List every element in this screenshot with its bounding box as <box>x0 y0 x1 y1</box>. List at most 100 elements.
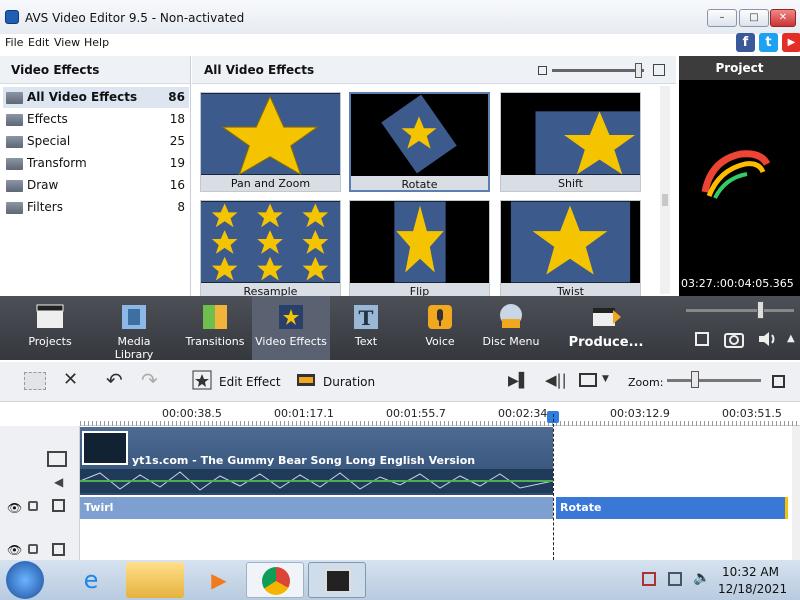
menu-help[interactable]: Help <box>84 36 109 49</box>
chrome-taskbar-button[interactable] <box>246 562 304 598</box>
eye-icon[interactable]: 👁 <box>7 543 22 557</box>
duration-button[interactable]: Duration <box>323 375 375 389</box>
chevron-up-icon[interactable]: ▲ <box>787 333 795 344</box>
category-draw[interactable]: Draw 16 <box>3 175 189 196</box>
effect-clip-twirl[interactable]: Twirl <box>80 497 553 519</box>
video-clip[interactable]: yt1s.com - The Gummy Bear Song Long Engl… <box>80 427 553 495</box>
panel-title: Video Effects <box>0 56 190 84</box>
effect-thumb-rotate[interactable]: Rotate <box>349 92 490 192</box>
overlay-track-icon <box>52 543 65 556</box>
maximize-button[interactable]: □ <box>739 9 769 27</box>
effect-thumb-shift[interactable]: Shift <box>500 92 641 192</box>
split-icon[interactable]: ▶▌ <box>508 373 530 389</box>
audio-track-icon: ◀ <box>54 475 64 489</box>
project-preview: Project 03:27.:00:04:05.365 <box>679 56 800 296</box>
camera-icon[interactable] <box>724 330 744 348</box>
zoom-slider-handle[interactable] <box>691 371 699 388</box>
toolbar-video-effects[interactable]: Video Effects <box>252 296 330 360</box>
thumb-size-slider[interactable] <box>552 69 644 72</box>
category-filters[interactable]: Filters 8 <box>3 197 189 218</box>
close-button[interactable]: ✕ <box>770 9 796 27</box>
zoom-slider[interactable] <box>667 379 761 382</box>
category-effects[interactable]: Effects 18 <box>3 109 189 130</box>
star-preview-icon <box>501 201 640 283</box>
gallery-title: All Video Effects <box>204 63 315 77</box>
redo-icon[interactable]: ↷ <box>141 368 158 392</box>
effect-thumb-flip[interactable]: Flip <box>349 200 490 300</box>
youtube-icon[interactable]: ▶ <box>782 33 800 52</box>
toolbar-projects[interactable]: Projects <box>20 296 80 360</box>
toolbar-transitions[interactable]: Transitions <box>184 296 246 360</box>
clock-time[interactable]: 10:32 AM <box>722 565 779 579</box>
chevron-down-icon[interactable]: ▼ <box>602 374 609 384</box>
preview-volume-slider[interactable] <box>686 309 794 312</box>
taskbar: e ▶ 🔈 10:32 AM 12/18/2021 <box>0 560 800 600</box>
menu-file[interactable]: File <box>5 36 23 49</box>
twitter-icon[interactable]: t <box>759 33 778 52</box>
file-explorer-icon[interactable] <box>126 562 184 598</box>
flag-icon[interactable] <box>642 572 656 586</box>
fullscreen-icon[interactable] <box>695 332 709 346</box>
toolbar-voice[interactable]: Voice <box>412 296 468 360</box>
monitor-icon[interactable] <box>579 373 597 387</box>
edit-effect-button[interactable]: Edit Effect <box>219 375 281 389</box>
timeline-scrollbar[interactable] <box>792 426 800 560</box>
ruler-label: 00:02:34. <box>498 407 551 420</box>
folder-icon <box>6 180 23 192</box>
clock-date[interactable]: 12/18/2021 <box>718 582 787 596</box>
zoom-label: Zoom: <box>628 376 664 389</box>
effect-thumb-resample[interactable]: Resample <box>200 200 341 300</box>
category-special[interactable]: Special 25 <box>3 131 189 152</box>
volume-icon[interactable]: 🔈 <box>693 570 710 586</box>
thumb-size-slider-handle[interactable] <box>635 63 642 78</box>
effects-category-panel: Video Effects All Video Effects 86 Effect… <box>0 56 191 296</box>
toolbar-produce[interactable]: Produce... <box>568 296 644 360</box>
toolbar-disc-menu[interactable]: Disc Menu <box>480 296 542 360</box>
folder-icon <box>6 92 23 104</box>
menu-view[interactable]: View <box>54 36 80 49</box>
network-icon[interactable] <box>668 572 682 586</box>
internet-explorer-icon[interactable]: e <box>62 562 120 598</box>
toolbar-media-library[interactable]: Media Library <box>98 296 170 361</box>
audio-mixer-icon[interactable]: ◀|| <box>545 371 567 389</box>
clip-thumbnail <box>82 431 128 465</box>
folder-icon <box>6 202 23 214</box>
gallery-scrollbar[interactable] <box>660 86 670 294</box>
storyboard-toggle-icon[interactable] <box>24 372 46 390</box>
window-title: AVS Video Editor 9.5 - Non-activated <box>25 11 245 25</box>
timeline[interactable]: yt1s.com - The Gummy Bear Song Long Engl… <box>80 414 800 560</box>
audio-waveform <box>80 469 553 493</box>
toolbar-text[interactable]: T Text <box>338 296 394 360</box>
preview-slider-handle[interactable] <box>757 301 764 319</box>
category-transform[interactable]: Transform 19 <box>3 153 189 174</box>
menu-edit[interactable]: Edit <box>28 36 49 49</box>
facebook-icon[interactable]: f <box>736 33 755 52</box>
effect-clip-rotate[interactable]: Rotate <box>556 497 788 519</box>
minimize-button[interactable]: – <box>707 9 737 27</box>
lock-icon[interactable] <box>28 544 38 554</box>
delete-icon[interactable]: ✕ <box>63 369 78 390</box>
effect-label: Rotate <box>351 176 488 190</box>
gallery-scroll-thumb[interactable] <box>662 194 668 206</box>
fit-timeline-icon[interactable] <box>772 375 785 388</box>
duration-icon[interactable] <box>296 371 316 389</box>
undo-icon[interactable]: ↶ <box>106 368 123 392</box>
lock-icon[interactable] <box>28 501 38 511</box>
effect-thumb-twist[interactable]: Twist <box>500 200 641 300</box>
avs-editor-taskbar-button[interactable] <box>308 562 366 598</box>
ruler-label: 00:00:38.5 <box>162 407 222 420</box>
edit-effect-icon[interactable] <box>192 370 212 390</box>
star-grid-icon <box>201 201 340 283</box>
media-player-icon[interactable]: ▶ <box>190 562 248 598</box>
category-all-video-effects[interactable]: All Video Effects 86 <box>3 87 189 108</box>
ruler-label: 00:01:55.7 <box>386 407 446 420</box>
star-preview-icon <box>201 93 340 175</box>
effects-track-icon <box>52 499 65 512</box>
large-thumb-icon[interactable] <box>653 64 665 76</box>
eye-icon[interactable]: 👁 <box>7 501 22 515</box>
speaker-icon[interactable] <box>758 331 778 347</box>
timeline-ruler[interactable]: 00:00:38.5 00:01:17.1 00:01:55.7 00:02:3… <box>80 402 800 426</box>
start-button[interactable] <box>6 561 44 599</box>
effect-thumb-pan-and-zoom[interactable]: Pan and Zoom <box>200 92 341 192</box>
small-thumb-icon[interactable] <box>538 66 547 75</box>
